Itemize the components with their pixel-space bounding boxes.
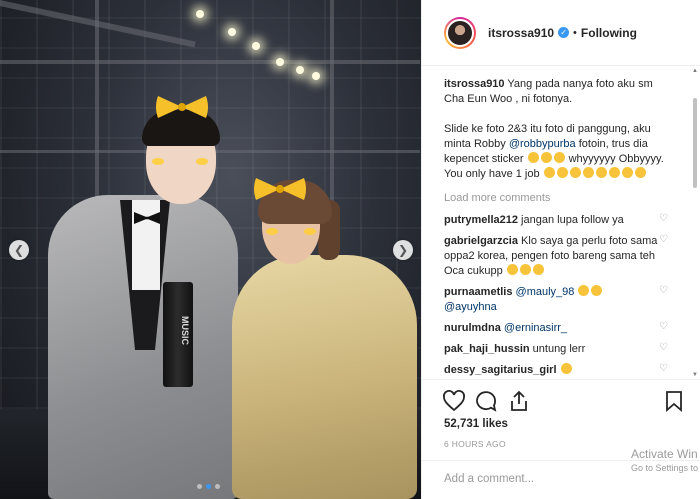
post-photo[interactable]: MUSIC ❮ ❯	[0, 0, 421, 499]
laughing-emoji-icon	[591, 285, 603, 296]
comment-mention[interactable]: @erninasirr_	[504, 322, 567, 334]
cheek-sticker	[304, 228, 316, 235]
like-comment-heart-icon[interactable]: ♡	[659, 286, 669, 296]
comments-section: itsrossa910 Yang pada nanya foto aku sm …	[422, 67, 700, 378]
crying-emoji-icon	[569, 167, 581, 178]
post-caption: itsrossa910 Yang pada nanya foto aku sm …	[444, 77, 689, 182]
comment-username[interactable]: nurulmdna	[444, 322, 501, 334]
stage-light	[252, 42, 260, 50]
crying-emoji-icon	[595, 167, 607, 178]
woman-dress	[232, 255, 417, 499]
carousel-dot	[215, 484, 220, 489]
crying-emoji-icon	[540, 152, 552, 163]
like-comment-heart-icon[interactable]: ♡	[659, 343, 669, 353]
comment-text: jangan lupa follow ya	[521, 214, 624, 226]
like-comment-heart-icon[interactable]: ♡	[659, 364, 669, 374]
bow-sticker	[156, 96, 208, 118]
load-more-comments-button[interactable]: Load more comments	[444, 192, 689, 204]
avatar[interactable]	[444, 16, 476, 49]
laughing-emoji-icon	[519, 264, 531, 275]
comments-scrollbar[interactable]: ▲ ▼	[692, 68, 698, 378]
chevron-right-icon: ❯	[397, 243, 409, 257]
instagram-post: MUSIC ❮ ❯ itsrossa910 ✓ • Following itsr…	[0, 0, 700, 499]
like-comment-heart-icon[interactable]: ♡	[659, 322, 669, 332]
comment-mention[interactable]: @mauly_98	[516, 286, 575, 298]
carousel-indicator	[197, 484, 220, 489]
trophy-label: MUSIC	[180, 315, 190, 345]
crying-emoji-icon	[556, 167, 568, 178]
windows-activation-watermark: Activate Win Go to Settings to	[631, 447, 698, 473]
post-timestamp: 6 HOURS AGO	[444, 439, 506, 449]
comment-mention[interactable]: @ayuyhna	[444, 301, 497, 313]
cheek-sticker	[152, 158, 164, 165]
verified-badge-icon: ✓	[558, 27, 570, 38]
crying-emoji-icon	[634, 167, 646, 178]
crying-emoji-icon	[621, 167, 633, 178]
bow-sticker	[254, 178, 306, 200]
comment-username[interactable]: purnaametlis	[444, 286, 512, 298]
comment-item: putrymella212 jangan lupa follow ya ♡	[444, 213, 689, 228]
laughing-emoji-icon	[532, 264, 544, 275]
laughing-emoji-icon	[506, 264, 518, 275]
following-button[interactable]: Following	[581, 26, 637, 40]
stage-light	[296, 66, 304, 74]
heart-icon[interactable]	[442, 389, 466, 413]
stage-light	[276, 58, 284, 66]
crying-emoji-icon	[608, 167, 620, 178]
crying-emoji-icon	[553, 152, 565, 163]
post-details-panel: itsrossa910 ✓ • Following itsrossa910 Ya…	[421, 0, 700, 499]
cheek-sticker	[266, 228, 278, 235]
laughing-emoji-icon	[578, 285, 590, 296]
like-comment-heart-icon[interactable]: ♡	[659, 214, 669, 224]
stage-light	[228, 28, 236, 36]
stage-light	[312, 72, 320, 80]
crying-emoji-icon	[543, 167, 555, 178]
comment-username[interactable]: dessy_sagitarius_girl	[444, 364, 557, 376]
username-link[interactable]: itsrossa910	[488, 26, 554, 40]
carousel-dot-active	[206, 484, 211, 489]
carousel-dot	[197, 484, 202, 489]
separator: •	[573, 26, 577, 39]
cheek-sticker	[196, 158, 208, 165]
comment-item: pak_haji_hussin untung lerr ♡	[444, 342, 689, 357]
crying-emoji-icon	[527, 152, 539, 163]
avatar-image	[446, 18, 474, 47]
previous-photo-button[interactable]: ❮	[9, 240, 29, 260]
chevron-left-icon: ❮	[13, 243, 25, 257]
next-photo-button[interactable]: ❯	[393, 240, 413, 260]
comment-username[interactable]: putrymella212	[444, 214, 518, 226]
comment-item: gabrielgarzcia Klo saya ga perlu foto sa…	[444, 234, 689, 279]
comment-username[interactable]: gabrielgarzcia	[444, 235, 518, 247]
post-header: itsrossa910 ✓ • Following	[422, 0, 700, 66]
like-comment-heart-icon[interactable]: ♡	[659, 235, 669, 245]
comment-item: nurulmdna @erninasirr_ ♡	[444, 321, 689, 336]
likes-count[interactable]: 52,731 likes	[444, 418, 508, 430]
scroll-thumb[interactable]	[693, 98, 697, 188]
bookmark-icon[interactable]	[662, 389, 686, 413]
watermark-line-1: Activate Win	[631, 447, 698, 461]
comment-text: untung lerr	[532, 343, 586, 355]
stage-light	[196, 10, 204, 18]
crying-emoji-icon	[582, 167, 594, 178]
emoji-icon	[560, 363, 572, 374]
caption-username[interactable]: itsrossa910	[444, 78, 505, 90]
scroll-up-arrow-icon[interactable]: ▲	[692, 68, 698, 74]
stage-truss	[0, 60, 420, 64]
comment-item: dessy_sagitarius_girl ♡	[444, 363, 689, 378]
comment-username[interactable]: pak_haji_hussin	[444, 343, 530, 355]
scroll-down-arrow-icon[interactable]: ▼	[692, 372, 698, 378]
watermark-line-2: Go to Settings to	[631, 463, 699, 473]
share-icon[interactable]	[507, 389, 531, 413]
comment-icon[interactable]	[474, 389, 498, 413]
comment-item: purnaametlis @mauly_98 @ayuyhna ♡	[444, 285, 689, 315]
caption-mention[interactable]: @robbypurba	[509, 138, 576, 150]
post-actions	[422, 379, 700, 419]
